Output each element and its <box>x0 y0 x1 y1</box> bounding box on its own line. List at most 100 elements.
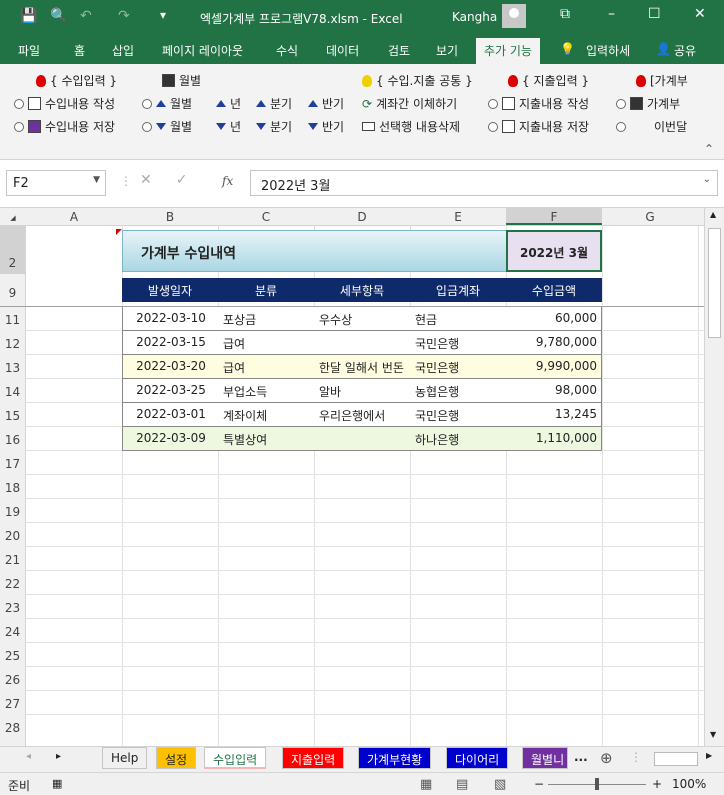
category-cell[interactable]: 포상금 <box>223 311 315 328</box>
save-icon[interactable]: 💾 <box>20 8 37 24</box>
next-sheet-icon[interactable]: ▸ <box>56 751 61 762</box>
row-header[interactable]: 21 <box>0 547 26 571</box>
tab-help[interactable]: Help <box>102 747 148 769</box>
detail-cell[interactable]: 우수상 <box>319 311 411 328</box>
zoom-in-button[interactable]: + <box>652 777 662 791</box>
date-cell[interactable]: 2022-03-20 <box>123 359 219 373</box>
normal-view-icon[interactable]: ▦ <box>420 777 432 792</box>
page-layout-icon[interactable]: ▤ <box>456 777 468 792</box>
column-header[interactable]: D <box>314 210 410 224</box>
tab-home[interactable]: 홈 <box>74 42 85 59</box>
share-icon[interactable]: 👤 <box>656 42 671 56</box>
row-header[interactable]: 24 <box>0 619 26 643</box>
save-income-button[interactable]: 수입내용 저장 <box>14 118 115 135</box>
tell-me-input[interactable]: 입력하세 <box>586 42 630 59</box>
detail-cell[interactable]: 한달 일해서 번돈 <box>319 359 411 376</box>
row-header[interactable]: 13 <box>0 355 26 379</box>
table-row[interactable]: 2022-03-01 계좌이체 우리은행에서 국민은행 13,245 <box>122 403 602 427</box>
scroll-up-icon[interactable]: ▲ <box>710 210 716 219</box>
row-header[interactable]: 23 <box>0 595 26 619</box>
name-box[interactable]: F2 ▼ <box>6 170 106 196</box>
column-header[interactable]: G <box>602 210 698 224</box>
tab-settings[interactable]: 설정 <box>156 747 197 769</box>
date-cell[interactable]: 2022-03-01 <box>123 407 219 421</box>
zoom-slider-thumb[interactable] <box>595 778 599 790</box>
tab-file[interactable]: 파일 <box>18 42 40 59</box>
avatar[interactable] <box>502 4 526 28</box>
user-name[interactable]: Kangha <box>452 10 497 24</box>
category-cell[interactable]: 급여 <box>223 335 315 352</box>
month-cell[interactable]: 2022년 3월 <box>506 230 602 272</box>
table-row[interactable]: 2022-03-20 급여 한달 일해서 번돈 국민은행 9,990,000 <box>122 355 602 379</box>
horizontal-scrollbar[interactable] <box>654 752 698 766</box>
row-header[interactable]: 27 <box>0 691 26 715</box>
account-cell[interactable]: 농협은행 <box>415 383 507 400</box>
account-cell[interactable]: 현금 <box>415 311 507 328</box>
amount-cell[interactable]: 1,110,000 <box>507 431 597 445</box>
amount-cell[interactable]: 9,990,000 <box>507 359 597 373</box>
worksheet-grid[interactable]: 2 9 11 12 13 14 15 16 17 18 19 20 21 22 … <box>0 226 704 746</box>
account-cell[interactable]: 국민은행 <box>415 407 507 424</box>
more-tabs-icon[interactable]: ... <box>574 750 588 764</box>
close-button[interactable]: ✕ <box>694 6 706 22</box>
scroll-right-icon[interactable]: ▶ <box>706 751 712 760</box>
month-down-button[interactable]: 월별 <box>142 118 192 135</box>
row-header[interactable]: 18 <box>0 475 26 499</box>
chevron-down-icon[interactable]: ⌄ <box>703 174 711 185</box>
undo-icon[interactable]: ↶ <box>80 8 92 24</box>
half-down-button[interactable]: 반기 <box>308 118 344 135</box>
tab-insert[interactable]: 삽입 <box>112 42 134 59</box>
date-cell[interactable]: 2022-03-15 <box>123 335 219 349</box>
maximize-button[interactable]: ☐ <box>648 6 661 22</box>
customize-toolbar-icon[interactable]: ▾ <box>160 8 166 22</box>
year-up-button[interactable]: 년 <box>216 95 241 112</box>
date-cell[interactable]: 2022-03-09 <box>123 431 219 445</box>
transfer-button[interactable]: ⟳ 계좌간 이체하기 <box>362 95 457 112</box>
write-income-button[interactable]: 수입내용 작성 <box>14 95 115 112</box>
date-cell[interactable]: 2022-03-10 <box>123 311 219 325</box>
row-header[interactable]: 28 <box>0 715 26 746</box>
tab-formulas[interactable]: 수식 <box>276 42 298 59</box>
share-button[interactable]: 공유 <box>674 42 696 59</box>
fx-icon[interactable]: fx <box>222 174 233 188</box>
ledger-button[interactable]: 가계부 <box>616 95 680 112</box>
tab-review[interactable]: 검토 <box>388 42 410 59</box>
row-header[interactable]: 16 <box>0 427 26 451</box>
row-header[interactable]: 9 <box>0 274 26 307</box>
row-header[interactable]: 19 <box>0 499 26 523</box>
tab-data[interactable]: 데이터 <box>326 42 359 59</box>
zoom-out-button[interactable]: − <box>534 777 544 791</box>
tab-add-ins[interactable]: 추가 기능 <box>476 38 540 64</box>
account-cell[interactable]: 하나은행 <box>415 431 507 448</box>
this-month-button[interactable]: 이번달 <box>616 118 687 135</box>
account-cell[interactable]: 국민은행 <box>415 335 507 352</box>
table-row[interactable]: 2022-03-10 포상금 우수상 현금 60,000 <box>122 307 602 331</box>
zoom-level[interactable]: 100% <box>672 777 706 791</box>
column-header[interactable]: E <box>410 210 506 224</box>
collapse-ribbon-icon[interactable]: ⌃ <box>704 142 714 156</box>
row-header[interactable]: 11 <box>0 307 26 331</box>
month-up-button[interactable]: 월별 <box>142 95 192 112</box>
category-cell[interactable]: 계좌이체 <box>223 407 315 424</box>
date-cell[interactable]: 2022-03-25 <box>123 383 219 397</box>
minimize-button[interactable]: – <box>608 6 615 22</box>
tab-expense[interactable]: 지출입력 <box>282 747 345 769</box>
tab-diary[interactable]: 다이어리 <box>446 747 509 769</box>
redo-icon[interactable]: ↷ <box>118 8 130 24</box>
row-header[interactable]: 17 <box>0 451 26 475</box>
delete-row-button[interactable]: 선택행 내용삭제 <box>362 118 460 135</box>
write-expense-button[interactable]: 지출내용 작성 <box>488 95 589 112</box>
amount-cell[interactable]: 13,245 <box>507 407 597 421</box>
column-header[interactable]: A <box>26 210 122 224</box>
table-row[interactable]: 2022-03-09 특별상여 하나은행 1,110,000 <box>122 427 602 451</box>
row-header[interactable]: 14 <box>0 379 26 403</box>
tab-page-layout[interactable]: 페이지 레이아웃 <box>162 42 243 59</box>
column-header-selected[interactable]: F <box>506 208 602 225</box>
row-header[interactable]: 25 <box>0 643 26 667</box>
row-header[interactable]: 15 <box>0 403 26 427</box>
add-sheet-icon[interactable]: ⊕ <box>600 749 613 767</box>
quarter-up-button[interactable]: 분기 <box>256 95 292 112</box>
enter-icon[interactable]: ✓ <box>176 172 188 188</box>
vertical-scrollbar[interactable]: ▲ ▼ <box>704 208 724 746</box>
quarter-down-button[interactable]: 분기 <box>256 118 292 135</box>
